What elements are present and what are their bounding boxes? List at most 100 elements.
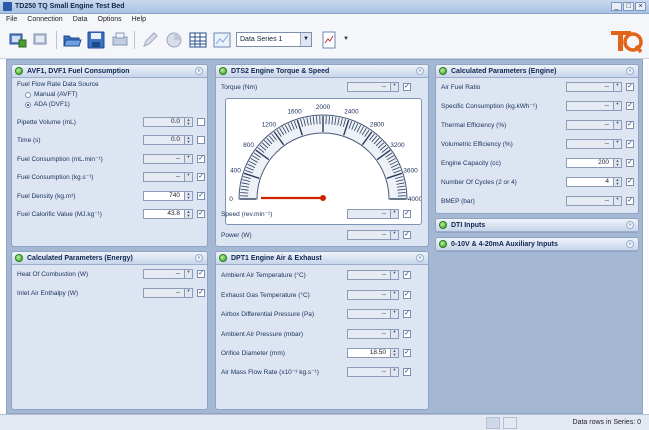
engine-capacity-checkbox[interactable]: ✓ (626, 159, 634, 167)
maximize-button[interactable]: □ (623, 2, 634, 11)
airbox-pressure-checkbox[interactable]: ✓ (403, 310, 411, 318)
engine-panel-header[interactable]: Calculated Parameters (Engine) « (436, 65, 638, 78)
ambient-pressure-checkbox[interactable]: ✓ (403, 330, 411, 338)
expand-icon[interactable]: » (626, 221, 634, 229)
air-panel-header[interactable]: DPT1 Engine Air & Exhaust « (216, 252, 428, 265)
time-checkbox[interactable] (197, 136, 205, 144)
ambient-temp-field[interactable]: -- ▼ (347, 270, 399, 280)
disconnect-icon[interactable] (32, 30, 52, 50)
air-fuel-ratio-checkbox[interactable]: ✓ (626, 83, 634, 91)
expand-icon[interactable]: » (626, 240, 634, 248)
pipette-volume-checkbox[interactable] (197, 118, 205, 126)
fuel-panel-header[interactable]: AVF1, DVF1 Fuel Consumption « (12, 65, 207, 78)
menu-file[interactable]: File (6, 16, 17, 23)
fuel-consumption-ml-field[interactable]: -- ▼ (143, 154, 193, 164)
aux-panel-header[interactable]: 0-10V & 4-20mA Auxiliary Inputs » (436, 238, 638, 251)
specific-consumption-checkbox[interactable]: ✓ (626, 102, 634, 110)
graph-icon[interactable] (212, 30, 232, 50)
exhaust-temp-field[interactable]: -- ▼ (347, 290, 399, 300)
chevron-down-icon[interactable]: ▼ (613, 102, 621, 110)
report-icon[interactable] (320, 30, 340, 50)
torque-panel-header[interactable]: DTS2 Engine Torque & Speed « (216, 65, 428, 78)
collapse-icon[interactable]: « (416, 254, 424, 262)
heat-combustion-field[interactable]: -- ▼ (143, 269, 193, 279)
chevron-down-icon[interactable]: ▼ (184, 173, 192, 181)
chevron-down-icon[interactable]: ▼ (390, 368, 398, 376)
engine-capacity-field[interactable]: 200 ▲ ▼ (566, 158, 622, 168)
dti-inputs-panel[interactable]: DTI Inputs » (435, 218, 639, 233)
speed-checkbox[interactable]: ✓ (403, 210, 411, 218)
collapse-icon[interactable]: « (626, 67, 634, 75)
fuel-density-field[interactable]: 740 ▲ ▼ (143, 191, 193, 201)
spinner-icon[interactable]: ▲ ▼ (184, 118, 192, 126)
chevron-down-icon[interactable]: ▼ (613, 140, 621, 148)
chevron-down-icon[interactable]: ▼ (390, 83, 398, 91)
radio-manual[interactable]: Manual (AVFT) (25, 91, 78, 98)
table-icon[interactable] (188, 30, 208, 50)
fuel-consumption-kg-checkbox[interactable]: ✓ (197, 173, 205, 181)
specific-consumption-field[interactable]: -- ▼ (566, 101, 622, 111)
radio-manual-dot[interactable] (25, 91, 31, 98)
orifice-diameter-field[interactable]: 18.50 ▲ ▼ (347, 348, 399, 358)
menu-options[interactable]: Options (98, 16, 122, 23)
open-folder-icon[interactable] (62, 30, 82, 50)
chevron-down-icon[interactable]: ▼ (390, 310, 398, 318)
spinner-icon[interactable]: ▲ ▼ (184, 192, 192, 200)
report-dropdown-icon[interactable]: ▼ (343, 36, 349, 42)
save-icon[interactable] (86, 30, 106, 50)
time-field[interactable]: 0.0 ▲ ▼ (143, 135, 193, 145)
chevron-down-icon[interactable]: ▼ (390, 271, 398, 279)
chevron-down-icon[interactable]: ▼ (184, 270, 192, 278)
power-checkbox[interactable]: ✓ (403, 231, 411, 239)
ambient-pressure-field[interactable]: -- ▼ (347, 329, 399, 339)
spinner-icon[interactable]: ▲ ▼ (613, 159, 621, 167)
airbox-pressure-field[interactable]: -- ▼ (347, 309, 399, 319)
collapse-icon[interactable]: « (195, 254, 203, 262)
pencil-icon[interactable] (140, 30, 160, 50)
number-cycles-field[interactable]: 4 ▲ ▼ (566, 177, 622, 187)
chevron-down-icon[interactable]: ▼ (613, 83, 621, 91)
fuel-density-checkbox[interactable]: ✓ (197, 192, 205, 200)
chevron-down-icon[interactable]: ▼ (390, 330, 398, 338)
minimize-button[interactable]: _ (611, 2, 622, 11)
energy-panel-header[interactable]: Calculated Parameters (Energy) « (12, 252, 207, 265)
air-mass-flow-field[interactable]: -- ▼ (347, 367, 399, 377)
radio-ada[interactable]: ADA (DVF1) (25, 101, 70, 108)
chevron-down-icon[interactable]: ▼ (390, 210, 398, 218)
pipette-volume-field[interactable]: 0.0 ▲ ▼ (143, 117, 193, 127)
chevron-down-icon[interactable]: ▼ (300, 33, 311, 46)
pie-chart-icon[interactable] (164, 30, 184, 50)
torque-field[interactable]: -- ▼ (347, 82, 399, 92)
connect-icon[interactable] (8, 30, 28, 50)
exhaust-temp-checkbox[interactable]: ✓ (403, 291, 411, 299)
menu-help[interactable]: Help (132, 16, 146, 23)
chevron-down-icon[interactable]: ▼ (390, 231, 398, 239)
spinner-icon[interactable]: ▲ ▼ (184, 136, 192, 144)
collapse-icon[interactable]: « (416, 67, 424, 75)
inlet-enthalpy-field[interactable]: -- ▼ (143, 288, 193, 298)
collapse-icon[interactable]: « (195, 67, 203, 75)
volumetric-efficiency-checkbox[interactable]: ✓ (626, 140, 634, 148)
air-fuel-ratio-field[interactable]: -- ▼ (566, 82, 622, 92)
radio-ada-dot[interactable] (25, 101, 31, 108)
auxiliary-inputs-panel[interactable]: 0-10V & 4-20mA Auxiliary Inputs » (435, 237, 639, 252)
dti-panel-header[interactable]: DTI Inputs » (436, 219, 638, 232)
fuel-consumption-ml-checkbox[interactable]: ✓ (197, 155, 205, 163)
chevron-down-icon[interactable]: ▼ (613, 197, 621, 205)
bmep-checkbox[interactable]: ✓ (626, 197, 634, 205)
air-mass-flow-checkbox[interactable]: ✓ (403, 368, 411, 376)
chevron-down-icon[interactable]: ▼ (184, 155, 192, 163)
volumetric-efficiency-field[interactable]: -- ▼ (566, 139, 622, 149)
fuel-consumption-kg-field[interactable]: -- ▼ (143, 172, 193, 182)
spinner-icon[interactable]: ▲ ▼ (390, 349, 398, 357)
close-button[interactable]: × (635, 2, 646, 11)
chevron-down-icon[interactable]: ▼ (390, 291, 398, 299)
chevron-down-icon[interactable]: ▼ (613, 121, 621, 129)
thermal-efficiency-checkbox[interactable]: ✓ (626, 121, 634, 129)
chevron-down-icon[interactable]: ▼ (184, 289, 192, 297)
power-field[interactable]: -- ▼ (347, 230, 399, 240)
speed-field[interactable]: -- ▼ (347, 209, 399, 219)
fuel-calorific-field[interactable]: 43.8 ▲ ▼ (143, 209, 193, 219)
menu-data[interactable]: Data (73, 16, 88, 23)
data-series-select[interactable]: Data Series 1 ▼ (236, 32, 312, 47)
